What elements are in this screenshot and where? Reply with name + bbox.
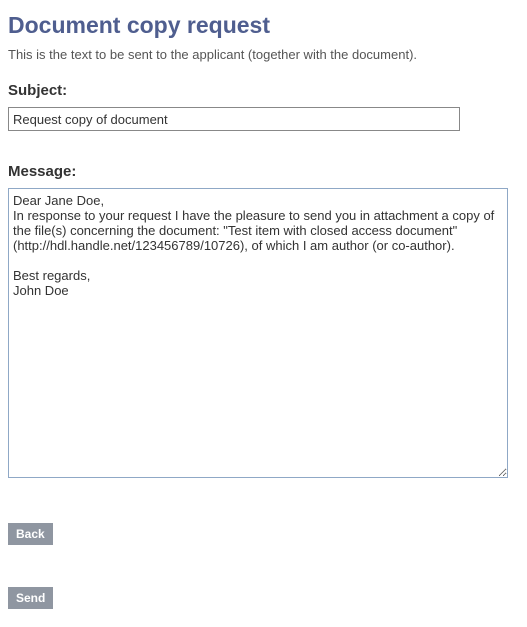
subject-label: Subject: <box>8 82 519 99</box>
subject-input[interactable] <box>8 107 460 131</box>
message-section: Message: <box>8 163 519 483</box>
back-row: Back <box>8 523 519 545</box>
intro-text: This is the text to be sent to the appli… <box>8 47 519 62</box>
subject-section: Subject: <box>8 82 519 131</box>
send-button[interactable]: Send <box>8 587 53 609</box>
send-row: Send <box>8 587 519 609</box>
message-input[interactable] <box>8 188 508 478</box>
back-button[interactable]: Back <box>8 523 53 545</box>
message-label: Message: <box>8 163 519 180</box>
page-title: Document copy request <box>8 12 519 39</box>
